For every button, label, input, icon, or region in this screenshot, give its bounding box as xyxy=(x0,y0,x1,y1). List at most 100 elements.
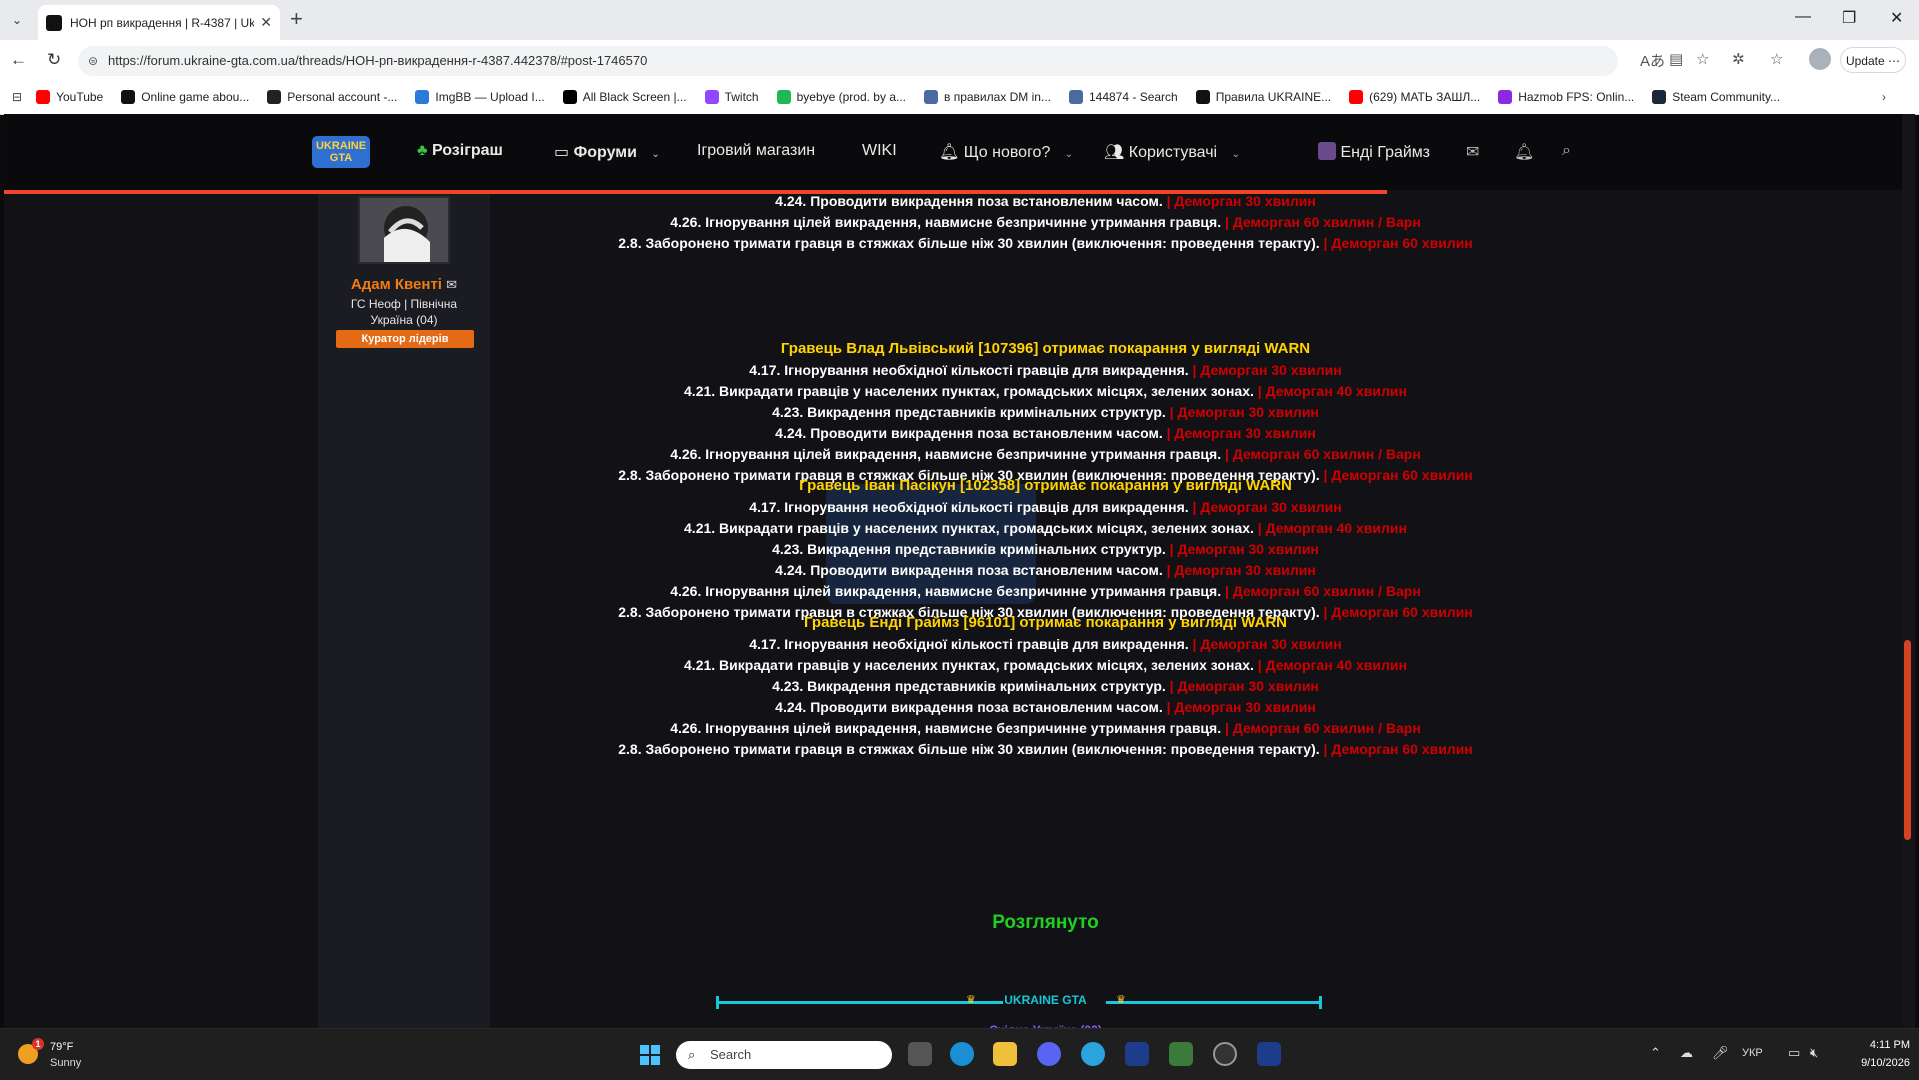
bookmark-item[interactable]: Twitch xyxy=(704,90,759,104)
bookmark-label: All Black Screen |... xyxy=(582,90,687,104)
account-menu[interactable]: Енді Граймз xyxy=(1318,142,1430,162)
bookmark-item[interactable]: Правила UKRAINE... xyxy=(1195,90,1331,104)
penalty-text: | Деморган 30 хвилин xyxy=(1192,362,1342,378)
back-arrow-icon[interactable]: ← xyxy=(10,50,27,70)
penalty-block: Гравець Енді Граймз [96101] отримає пока… xyxy=(490,612,1601,760)
game-launcher-icon[interactable] xyxy=(1257,1042,1281,1066)
penalty-text: | Деморган 60 хвилин / Варн xyxy=(1225,720,1421,736)
bookmark-item[interactable]: byebye (prod. by a... xyxy=(776,90,906,104)
clock[interactable]: 4:11 PM 9/10/2026 xyxy=(1830,1036,1910,1072)
update-button[interactable]: Update ⋯ xyxy=(1840,47,1906,73)
steam-icon[interactable] xyxy=(1213,1042,1237,1066)
tray-chevron-up-icon[interactable]: ⌃ xyxy=(1650,1045,1661,1061)
favorites-list-icon[interactable]: ☆ xyxy=(1770,50,1783,68)
taskbar-search[interactable]: ⌕ Search xyxy=(676,1041,892,1069)
task-view-icon[interactable] xyxy=(908,1042,932,1066)
restore-icon[interactable]: ❐ xyxy=(1842,8,1856,28)
extensions-icon[interactable]: ✲ xyxy=(1732,50,1745,68)
search-icon[interactable]: ⌕ xyxy=(1562,142,1571,160)
rule-text: 4.17. Ігнорування необхідної кількості г… xyxy=(749,362,1189,378)
clock-time: 4:11 PM xyxy=(1869,1039,1910,1051)
url-field[interactable]: ⊜ https://forum.ukraine-gta.com.ua/threa… xyxy=(78,46,1618,76)
author-avatar[interactable] xyxy=(358,196,450,264)
bookmark-item[interactable]: 144874 - Search xyxy=(1068,90,1178,104)
rule-text: 4.26. Ігнорування цілей викрадення, навм… xyxy=(670,214,1222,230)
page-scrollbar[interactable] xyxy=(1902,114,1915,1028)
bookmark-favicon-icon xyxy=(1652,90,1667,104)
rule-line: 4.21. Викрадати гравців у населених пунк… xyxy=(490,381,1601,402)
bookmark-item[interactable]: в правилах DM in... xyxy=(924,90,1051,104)
bookmark-item[interactable]: Online game abou... xyxy=(121,90,249,104)
account-avatar xyxy=(1318,142,1336,160)
network-icon[interactable]: ▭ xyxy=(1788,1045,1800,1061)
new-tab-plus-icon[interactable]: + xyxy=(290,6,303,32)
chat-bubble-icon: ▭ xyxy=(554,144,570,161)
penalty-text: | Деморган 30 хвилин xyxy=(1166,699,1316,715)
minimize-icon[interactable]: — xyxy=(1795,8,1811,26)
rule-text: 2.8. Заборонено тримати гравця в стяжках… xyxy=(618,235,1320,251)
bell-icon[interactable]: 🔔︎ xyxy=(1514,142,1534,162)
nav-forums[interactable]: ▭ Форуми ⌄ xyxy=(554,142,660,162)
bookmark-item[interactable]: YouTube xyxy=(36,90,103,104)
browser-tab-active[interactable]: НОН рп викрадення | R-4387 | Ukra ✕ xyxy=(38,5,280,40)
window-close-icon[interactable]: ✕ xyxy=(1890,8,1903,28)
bookmark-label: Steam Community... xyxy=(1672,90,1781,104)
bookmark-item[interactable]: Hazmob FPS: Onlin... xyxy=(1498,90,1634,104)
language-indicator[interactable]: УКР xyxy=(1742,1047,1763,1059)
nav-giveaway[interactable]: ♣ Розіграш xyxy=(417,142,503,160)
bookmark-item[interactable]: All Black Screen |... xyxy=(562,90,687,104)
penalty-text: | Деморган 60 хвилин / Варн xyxy=(1225,583,1421,599)
reload-icon[interactable]: ↻ xyxy=(47,50,61,70)
scrollbar-thumb[interactable] xyxy=(1904,640,1911,840)
site-logo[interactable]: UKRAINE GTA xyxy=(312,136,370,168)
bookmark-favicon-icon xyxy=(1349,90,1364,104)
game-launcher-icon[interactable] xyxy=(1125,1042,1149,1066)
weather-temp[interactable]: 79°F xyxy=(50,1041,73,1053)
penalty-text: | Деморган 30 хвилин xyxy=(1192,636,1342,652)
file-explorer-icon[interactable] xyxy=(993,1042,1017,1066)
chevron-down-icon[interactable]: ⌄ xyxy=(1232,149,1240,160)
envelope-icon[interactable]: ✉ xyxy=(446,277,457,292)
penalty-block: Гравець Влад Львівський [107396] отримає… xyxy=(490,338,1601,486)
post-author-panel: Адам Квенті ✉ ГС Неоф | Північна Україна… xyxy=(318,194,490,1028)
nav-users[interactable]: 👥︎ Користувачі ⌄ xyxy=(1104,142,1240,162)
onedrive-cloud-icon[interactable]: ☁ xyxy=(1680,1045,1693,1061)
close-tab-icon[interactable]: ✕ xyxy=(260,14,272,31)
bookmark-favicon-icon xyxy=(924,90,938,104)
bookmark-label: Hazmob FPS: Onlin... xyxy=(1518,90,1635,104)
edge-browser-icon[interactable] xyxy=(950,1042,974,1066)
rule-line: 4.24. Проводити викрадення поза встановл… xyxy=(490,697,1601,718)
chevron-down-icon[interactable]: ⌄ xyxy=(1065,149,1073,160)
nav-shop[interactable]: Ігровий магазин xyxy=(697,142,815,160)
rule-line: 4.17. Ігнорування необхідної кількості г… xyxy=(490,360,1601,381)
microphone-icon[interactable]: 🎤︎ xyxy=(1712,1045,1729,1061)
bookmark-item[interactable]: Steam Community... xyxy=(1652,90,1780,104)
rule-line: 4.21. Викрадати гравців у населених пунк… xyxy=(490,655,1601,676)
speaker-mute-icon[interactable]: 🔇︎ xyxy=(1810,1045,1818,1061)
windows-start-icon[interactable] xyxy=(640,1045,660,1065)
favorite-star-icon[interactable]: ☆ xyxy=(1696,50,1709,68)
bookmark-item[interactable]: ImgBB — Upload I... xyxy=(415,90,545,104)
nav-wiki[interactable]: WIKI xyxy=(862,142,897,160)
profile-avatar[interactable] xyxy=(1809,48,1831,70)
bookmark-item[interactable]: (629) МАТЬ ЗАШЛ... xyxy=(1349,90,1480,104)
more-bookmarks-chevron-icon[interactable]: › xyxy=(1882,90,1886,104)
chevron-down-icon[interactable]: ⌄ xyxy=(651,149,659,160)
taskbar-search-placeholder: Search xyxy=(710,1047,752,1062)
discord-icon[interactable] xyxy=(1037,1042,1061,1066)
envelope-icon[interactable]: ✉ xyxy=(1466,142,1479,162)
bookmark-item[interactable]: Personal account -... xyxy=(267,90,397,104)
rule-text: 4.17. Ігнорування необхідної кількості г… xyxy=(749,636,1189,652)
app-icon[interactable] xyxy=(1169,1042,1193,1066)
penalty-text: | Деморган 30 хвилин xyxy=(1192,499,1342,515)
translate-icon[interactable]: Aあ xyxy=(1640,50,1665,71)
tab-list-chevron-icon[interactable]: ⌄ xyxy=(6,9,28,31)
reader-mode-icon[interactable]: ▤ xyxy=(1669,50,1683,68)
author-name[interactable]: Адам Квенті ✉ xyxy=(318,276,490,293)
account-name: Енді Граймз xyxy=(1340,144,1430,161)
tab-actions-icon[interactable]: ⊟ xyxy=(12,90,22,104)
telegram-icon[interactable] xyxy=(1081,1042,1105,1066)
nav-whats-new[interactable]: 🔔︎ Що нового? ⌄ xyxy=(939,142,1073,162)
rule-text: 4.23. Викрадення представників криміналь… xyxy=(772,541,1166,557)
site-info-icon[interactable]: ⊜ xyxy=(88,46,98,76)
